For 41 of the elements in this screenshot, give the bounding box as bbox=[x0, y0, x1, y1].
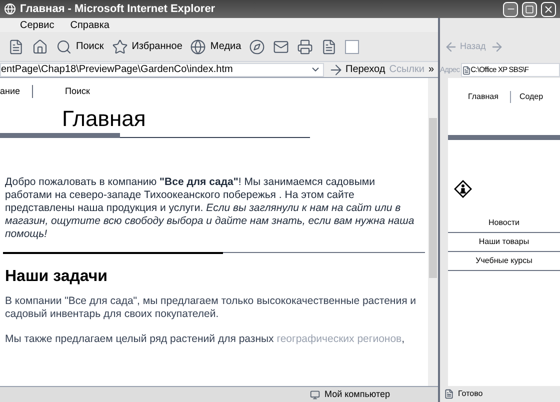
address-field[interactable]: entPage\Chap18\PreviewPage\GardenCo\index.htm bbox=[0, 62, 324, 76]
section-heading: Наши задачи bbox=[4, 270, 108, 283]
sidebar-link[interactable]: Учебные курсы bbox=[448, 252, 560, 271]
menu-item[interactable]: Сервис bbox=[20, 18, 54, 32]
browser-icon bbox=[4, 3, 16, 15]
body-paragraph: В компании "Все для сада", мы предлагаем только высококачественные растения и садовый инвентарь для своих покупателей. bbox=[4, 295, 418, 321]
close-button[interactable] bbox=[541, 2, 556, 16]
menu-item[interactable]: Справка bbox=[70, 18, 110, 32]
print-icon[interactable] bbox=[297, 38, 314, 54]
star-icon[interactable] bbox=[112, 38, 128, 54]
minimize-button[interactable] bbox=[503, 2, 518, 16]
home-icon[interactable] bbox=[32, 38, 48, 54]
nav-link[interactable]: Главная bbox=[448, 91, 512, 103]
page-title: Главная bbox=[62, 106, 147, 132]
page-icon bbox=[462, 66, 471, 74]
media-button[interactable]: Медиа bbox=[190, 38, 242, 54]
zone-label: Мой компьютер bbox=[324, 388, 390, 401]
sidebar-link[interactable]: Новости bbox=[448, 214, 560, 233]
mail-icon[interactable] bbox=[273, 38, 290, 54]
more-button[interactable]: » bbox=[428, 62, 438, 77]
toolbar-box[interactable] bbox=[345, 40, 360, 54]
maximize-icon bbox=[525, 4, 534, 14]
nav-link[interactable]: ание bbox=[0, 84, 34, 98]
nav-link[interactable]: Содер bbox=[511, 91, 544, 103]
window-title: Главная - Microsoft Internet Explorer bbox=[20, 2, 216, 17]
nav-link[interactable]: Поиск bbox=[33, 84, 90, 98]
intro-paragraph: Добро пожаловать в компанию "Все для сада"! Мы занимаемся садовыми работами на северо-западе Тихоокеанского побережья . На этом сайте представлены наша продукция и услуги. Если вы заглянули к нам на сайт или в магазин, ощутите всю свободу выбора и дайте нам знать, если вам нужна наша помощь! bbox=[4, 176, 416, 241]
favorites-button[interactable]: Избранное bbox=[112, 38, 182, 54]
search-button[interactable]: Поиск bbox=[56, 38, 104, 54]
go-button[interactable]: Переход bbox=[328, 62, 386, 78]
page-icon bbox=[444, 389, 454, 399]
scrollbar[interactable] bbox=[428, 78, 438, 386]
sidebar-link[interactable]: Наши товары bbox=[448, 233, 560, 252]
maximize-button[interactable] bbox=[522, 2, 537, 16]
page-icon[interactable] bbox=[8, 38, 24, 54]
search-icon[interactable] bbox=[56, 38, 72, 54]
body-paragraph: Мы также предлагаем целый ряд растений для разных географических регионов, bbox=[4, 333, 406, 346]
close-icon bbox=[543, 4, 554, 14]
status-text: Готово bbox=[458, 388, 483, 400]
computer-icon bbox=[310, 390, 320, 400]
globe-icon[interactable] bbox=[190, 38, 206, 54]
